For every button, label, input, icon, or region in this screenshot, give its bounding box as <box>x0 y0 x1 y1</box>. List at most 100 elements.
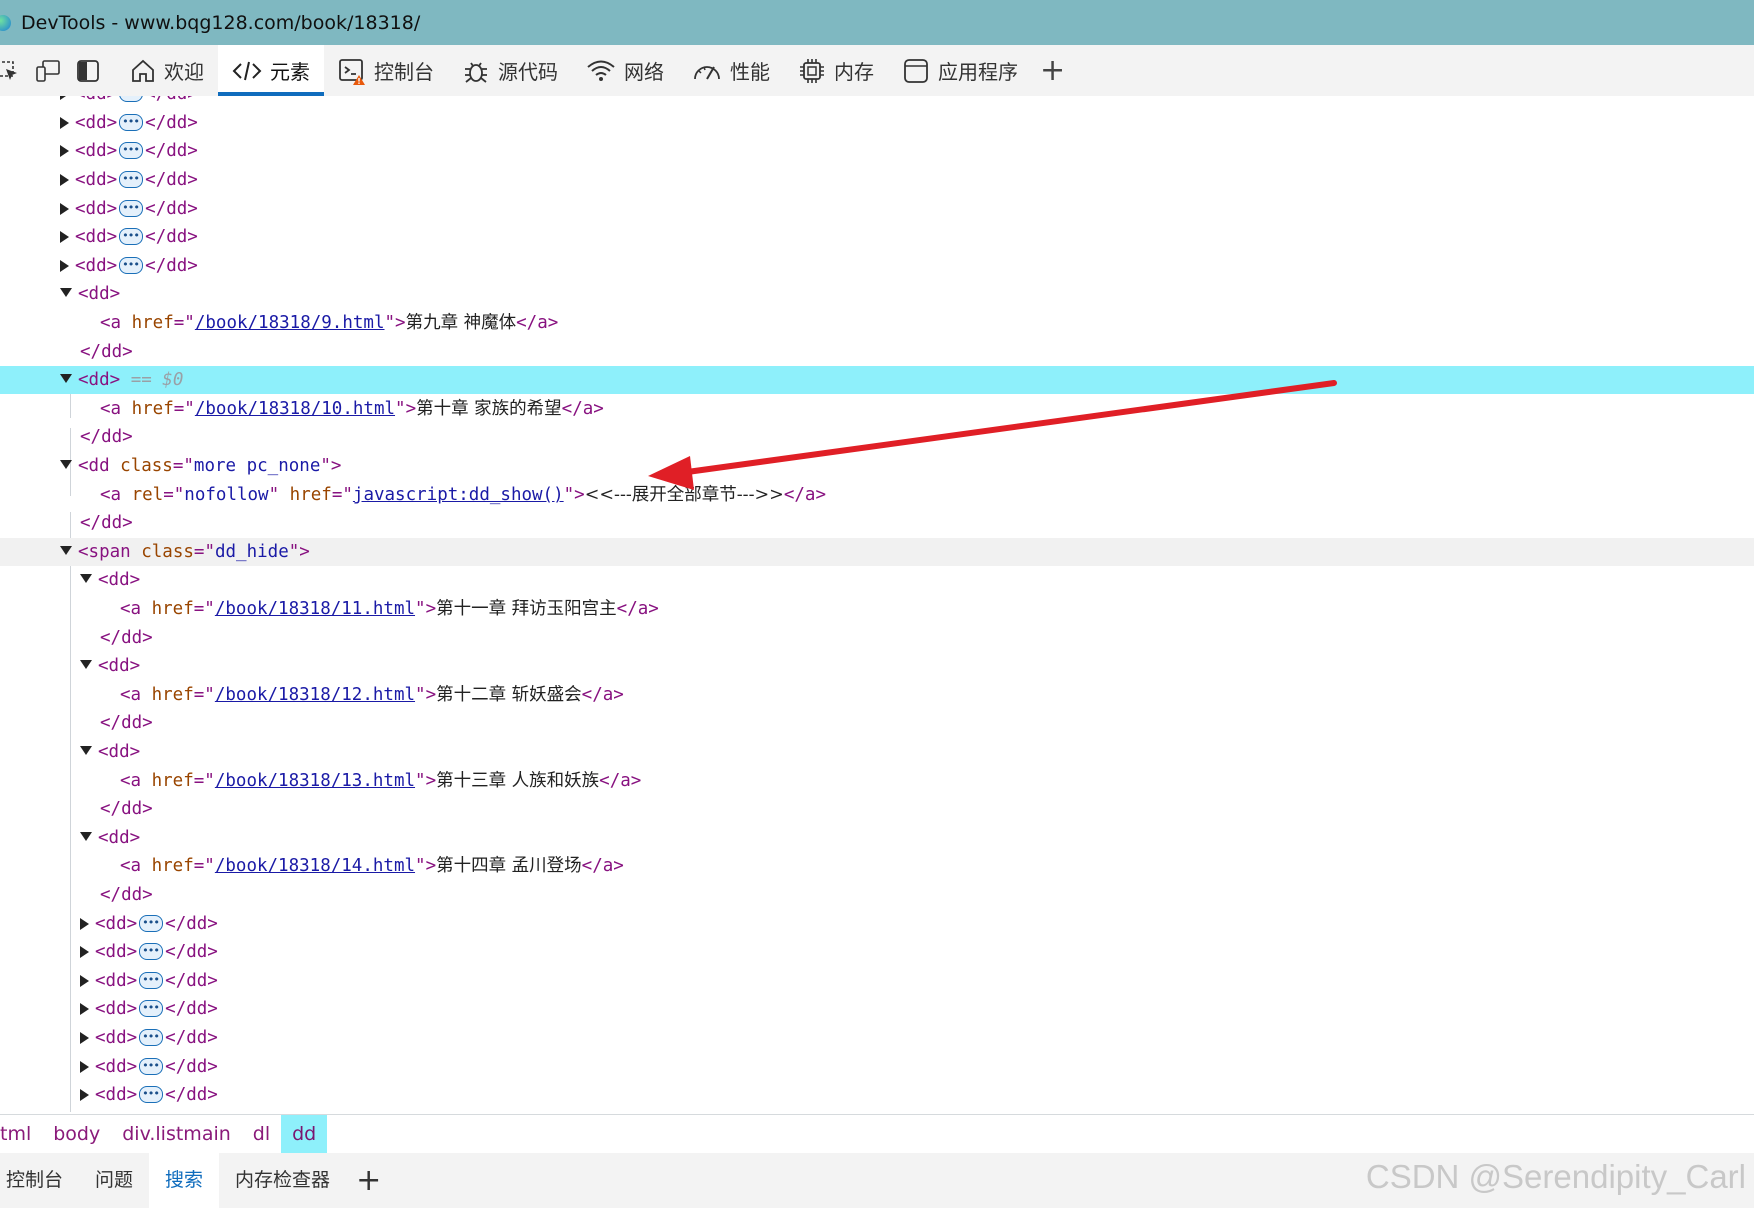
href-link[interactable]: /book/18318/9.html <box>195 313 385 333</box>
dd-row[interactable]: <dd> <box>0 566 140 594</box>
expand-triangle-icon[interactable] <box>60 96 69 100</box>
ellipsis-expand-icon[interactable] <box>139 937 164 965</box>
tab-app-window[interactable]: 应用程序 <box>888 45 1032 96</box>
collapse-triangle-icon[interactable] <box>60 546 72 555</box>
href-link[interactable]: /book/18318/13.html <box>215 771 415 791</box>
breadcrumb-item[interactable]: body <box>42 1115 111 1154</box>
dd-row[interactable]: <dd> <box>0 824 140 852</box>
span-dd-hide-row[interactable]: <span class="dd_hide"> <box>0 538 1754 566</box>
tab-chip[interactable]: 内存 <box>784 45 888 96</box>
breadcrumb-item[interactable]: dd <box>281 1115 328 1154</box>
inspect-element-icon[interactable] <box>0 51 28 91</box>
ellipsis-expand-icon[interactable] <box>139 994 164 1022</box>
href-link[interactable]: javascript:dd_show() <box>353 485 564 505</box>
ellipsis-expand-icon[interactable] <box>139 1080 164 1108</box>
dd-row[interactable]: <dd> <box>0 652 140 680</box>
tab-wifi[interactable]: 网络 <box>572 45 678 96</box>
expand-triangle-icon[interactable] <box>60 117 69 129</box>
tab-gauge[interactable]: 性能 <box>678 45 784 96</box>
ellipsis-expand-icon[interactable] <box>119 108 144 136</box>
ellipsis-expand-icon[interactable] <box>119 251 144 279</box>
expand-triangle-icon[interactable] <box>60 145 69 157</box>
collapsed-dd-row[interactable]: <dd> </dd> <box>0 96 198 108</box>
collapse-triangle-icon[interactable] <box>80 574 92 583</box>
ellipsis-expand-icon[interactable] <box>139 966 164 994</box>
href-link[interactable]: /book/18318/14.html <box>215 856 415 876</box>
collapsed-dd-row[interactable]: <dd> </dd> <box>0 966 218 995</box>
collapse-triangle-icon[interactable] <box>80 660 92 669</box>
tab-bug[interactable]: 源代码 <box>448 45 572 96</box>
anchor-row[interactable]: <a href="/book/18318/10.html">第十章 家族的希望<… <box>0 395 604 423</box>
dd-close-row[interactable]: </dd> <box>0 423 133 451</box>
ellipsis-expand-icon[interactable] <box>119 136 144 164</box>
collapse-triangle-icon[interactable] <box>80 746 92 755</box>
expand-triangle-icon[interactable] <box>80 918 89 930</box>
expand-triangle-icon[interactable] <box>60 260 69 272</box>
expand-triangle-icon[interactable] <box>80 1061 89 1073</box>
anchor-row[interactable]: <a href="/book/18318/9.html">第九章 神魔体</a> <box>0 309 558 337</box>
collapsed-dd-row[interactable]: <dd> </dd> <box>0 909 218 938</box>
drawer-tab[interactable]: 搜索 <box>149 1153 220 1208</box>
collapsed-dd-row[interactable]: <dd> </dd> <box>0 994 218 1023</box>
collapsed-dd-row[interactable]: <dd> </dd> <box>0 165 198 194</box>
dd-row[interactable]: <dd> == $0 <box>0 366 1754 394</box>
expand-triangle-icon[interactable] <box>60 231 69 243</box>
dd-close-row[interactable]: </dd> <box>0 795 153 823</box>
more-anchor-row[interactable]: <a rel="nofollow" href="javascript:dd_sh… <box>0 481 826 509</box>
expand-triangle-icon[interactable] <box>80 1032 89 1044</box>
anchor-row[interactable]: <a href="/book/18318/13.html">第十三章 人族和妖族… <box>0 767 641 795</box>
dd-row[interactable]: <dd> <box>0 280 120 308</box>
drawer-add-tab-button[interactable]: + <box>356 1163 381 1198</box>
href-link[interactable]: /book/18318/10.html <box>195 399 395 419</box>
drawer-tab[interactable]: 内存检查器 <box>219 1153 346 1208</box>
collapse-triangle-icon[interactable] <box>60 460 72 469</box>
expand-triangle-icon[interactable] <box>80 1089 89 1101</box>
ellipsis-expand-icon[interactable] <box>119 165 144 193</box>
dock-side-icon[interactable] <box>68 51 108 91</box>
ellipsis-expand-icon[interactable] <box>139 909 164 937</box>
dd-close-row[interactable]: </dd> <box>0 509 133 537</box>
breadcrumb-item[interactable]: dl <box>242 1115 281 1154</box>
ellipsis-expand-icon[interactable] <box>119 222 144 250</box>
device-emulation-icon[interactable] <box>28 51 68 91</box>
tab-home[interactable]: 欢迎 <box>116 45 218 96</box>
collapsed-dd-row[interactable]: <dd> </dd> <box>0 1052 218 1081</box>
dd-close-row[interactable]: </dd> <box>0 881 153 909</box>
collapsed-dd-row[interactable]: <dd> </dd> <box>0 222 198 251</box>
dd-close-row[interactable]: </dd> <box>0 709 153 737</box>
ellipsis-expand-icon[interactable] <box>119 194 144 222</box>
tab-code[interactable]: 元素 <box>218 45 324 96</box>
collapsed-dd-row[interactable]: <dd> </dd> <box>0 251 198 280</box>
expand-triangle-icon[interactable] <box>60 203 69 215</box>
expand-triangle-icon[interactable] <box>80 975 89 987</box>
add-tab-button[interactable]: + <box>1040 55 1065 86</box>
collapsed-dd-row[interactable]: <dd> </dd> <box>0 108 198 137</box>
ellipsis-expand-icon[interactable] <box>119 96 144 107</box>
ellipsis-expand-icon[interactable] <box>139 1052 164 1080</box>
expand-triangle-icon[interactable] <box>80 946 89 958</box>
anchor-row[interactable]: <a href="/book/18318/12.html">第十二章 斩妖盛会<… <box>0 681 624 709</box>
expand-triangle-icon[interactable] <box>80 1003 89 1015</box>
drawer-tab[interactable]: 问题 <box>79 1153 149 1208</box>
collapse-triangle-icon[interactable] <box>80 832 92 841</box>
collapsed-dd-row[interactable]: <dd> </dd> <box>0 1080 218 1109</box>
collapsed-dd-row[interactable]: <dd> </dd> <box>0 1023 218 1052</box>
expand-triangle-icon[interactable] <box>60 174 69 186</box>
dd-close-row[interactable]: </dd> <box>0 624 153 652</box>
dd-more-row[interactable]: <dd class="more pc_none"> <box>0 452 341 480</box>
breadcrumb-item[interactable]: tml <box>0 1115 42 1154</box>
collapsed-dd-row[interactable]: <dd> </dd> <box>0 136 198 165</box>
collapse-triangle-icon[interactable] <box>60 288 72 297</box>
dd-row[interactable]: <dd> <box>0 738 140 766</box>
ellipsis-expand-icon[interactable] <box>139 1023 164 1051</box>
href-link[interactable]: /book/18318/12.html <box>215 685 415 705</box>
dd-close-row[interactable]: </dd> <box>0 338 133 366</box>
collapsed-dd-row[interactable]: <dd> </dd> <box>0 194 198 223</box>
anchor-row[interactable]: <a href="/book/18318/14.html">第十四章 孟川登场<… <box>0 852 624 880</box>
collapse-triangle-icon[interactable] <box>60 374 72 383</box>
drawer-tab[interactable]: 控制台 <box>0 1153 79 1208</box>
anchor-row[interactable]: <a href="/book/18318/11.html">第十一章 拜访玉阳宫… <box>0 595 659 623</box>
breadcrumb-item[interactable]: div.listmain <box>111 1115 242 1154</box>
elements-tree[interactable]: <dd></dd><dd></dd><dd></dd><dd></dd><dd>… <box>0 96 1754 1114</box>
collapsed-dd-row[interactable]: <dd> </dd> <box>0 937 218 966</box>
